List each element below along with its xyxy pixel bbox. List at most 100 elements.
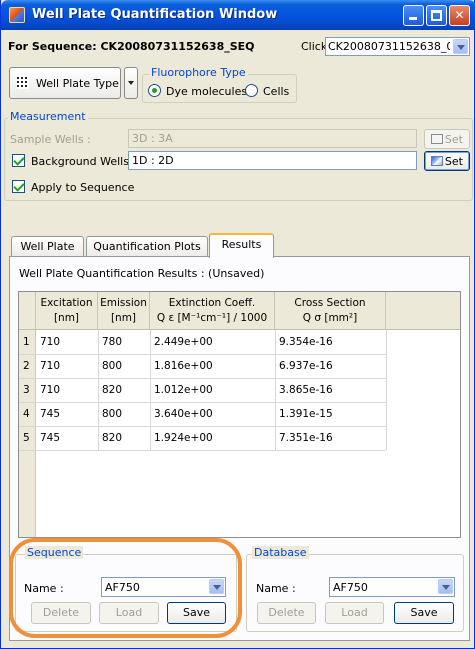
app-icon [9,7,25,23]
well-plate-type-button[interactable]: Well Plate Type [9,67,121,99]
dye-molecules-label[interactable]: Dye molecules [166,85,247,98]
column-header-line: [nm] [110,312,137,324]
grid-icon [17,77,29,89]
column-header-line: [nm] [53,312,80,324]
fluorophore-type-title: Fluorophore Type [149,66,248,79]
background-set-button[interactable]: Set [424,151,470,171]
cells-label[interactable]: Cells [263,85,289,98]
apply-to-sequence-checkbox[interactable] [12,180,25,193]
column-divider [150,330,151,450]
column-header-line: Q ε [M⁻¹cm⁻¹] / 1000 [156,312,268,324]
table-header: Excitation [nm] Emission [nm] Extinction… [19,292,460,330]
column-header-line: Excitation [40,297,93,309]
sequence-delete-button: Delete [31,602,91,624]
database-name-dropdown[interactable]: AF750 [329,577,455,597]
background-wells-field[interactable]: 1D : 2D [128,151,417,170]
cells-radio[interactable] [245,84,258,97]
chevron-down-icon[interactable] [453,39,468,54]
click-sequence-value: CK20080731152638_012 [328,40,450,53]
sample-set-label: Set [444,133,463,146]
minimize-icon [409,17,417,20]
sequence-name-dropdown[interactable]: AF750 [101,577,226,597]
tab-results[interactable]: Results [209,233,274,258]
cell-excitation[interactable]: 710 [40,384,60,396]
cell-cross-section[interactable]: 7.351e-16 [279,432,333,444]
cell-excitation[interactable]: 710 [40,336,60,348]
cell-emission[interactable]: 780 [102,336,122,348]
chevron-down-icon[interactable] [438,579,453,594]
sequence-load-button: Load [99,602,159,624]
cell-extinction[interactable]: 2.449e+00 [154,336,213,348]
sample-wells-label: Sample Wells : [10,133,91,146]
sequence-label: For Sequence: CK20080731152638_SEQ [8,40,255,53]
cell-cross-section[interactable]: 6.937e-16 [279,360,333,372]
cell-cross-section[interactable]: 3.865e-16 [279,384,333,396]
column-divider [386,330,387,450]
cell-extinction[interactable]: 1.012e+00 [154,384,213,396]
tab-well-plate[interactable]: Well Plate [11,236,84,257]
database-delete-button: Delete [257,602,316,624]
column-header-excitation[interactable]: Excitation [nm] [36,292,98,330]
sequence-save-button[interactable]: Save [167,602,226,624]
dye-molecules-radio[interactable] [148,84,161,97]
background-wells-label[interactable]: Background Wells [31,155,129,168]
column-header-line: Emission [100,297,147,309]
row-divider [19,354,386,355]
cell-excitation[interactable]: 745 [40,432,60,444]
cell-emission[interactable]: 820 [102,432,122,444]
column-divider [98,330,99,450]
cell-extinction[interactable]: 1.816e+00 [154,360,213,372]
cell-extinction[interactable]: 3.640e+00 [154,408,213,420]
column-header-emission[interactable]: Emission [nm] [98,292,150,330]
row-divider [19,402,386,403]
cell-emission[interactable]: 800 [102,360,122,372]
column-header-extinction[interactable]: Extinction Coeff. Q ε [M⁻¹cm⁻¹] / 1000 [150,292,275,330]
minimize-button[interactable] [403,5,424,26]
database-name-value: AF750 [333,581,368,594]
well-plate-type-dropdown-button[interactable] [124,67,138,99]
maximize-icon [431,10,442,21]
measurement-title: Measurement [8,110,88,123]
well-plate-type-label: Well Plate Type [36,77,119,90]
column-header-line: Extinction Coeff. [168,297,256,309]
cell-emission[interactable]: 800 [102,408,122,420]
tab-quantification-plots[interactable]: Quantification Plots [86,236,208,257]
close-button[interactable]: ✕ [449,5,470,26]
results-title: Well Plate Quantification Results : (Uns… [19,267,265,280]
background-wells-checkbox[interactable] [12,154,25,167]
database-save-button[interactable]: Save [394,602,454,624]
row-number: 4 [23,408,30,420]
cell-emission[interactable]: 820 [102,384,122,396]
quantification-window: Well Plate Quantification Window ✕ For S… [0,0,475,649]
row-number: 1 [23,336,30,348]
sequence-group-title: Sequence [25,546,84,559]
row-divider [19,426,386,427]
column-header-line: Q σ [mm²] [302,312,358,324]
results-table[interactable]: Excitation [nm] Emission [nm] Extinction… [18,291,461,538]
row-number: 3 [23,384,30,396]
click-label: Click [301,40,328,53]
database-name-label: Name : [256,582,296,595]
cell-excitation[interactable]: 745 [40,408,60,420]
cell-cross-section[interactable]: 9.354e-16 [279,336,333,348]
maximize-button[interactable] [426,5,447,26]
apply-to-sequence-label[interactable]: Apply to Sequence [31,181,134,194]
cell-cross-section[interactable]: 1.391e-15 [279,408,333,420]
sample-set-button: Set [424,129,470,149]
column-header-cross-section[interactable]: Cross Section Q σ [mm²] [275,292,386,330]
sequence-name-label: Name : [24,582,64,595]
cell-excitation[interactable]: 710 [40,360,60,372]
well-selection-icon [431,156,443,166]
sample-wells-field: 3D : 3A [128,129,417,148]
database-load-button: Load [325,602,384,624]
row-number-header [19,292,36,330]
click-sequence-dropdown[interactable]: CK20080731152638_012 [325,37,470,56]
column-header-line: Cross Section [294,297,366,309]
chevron-down-icon[interactable] [209,579,224,594]
database-group-title: Database [252,546,309,559]
well-selection-icon [431,134,443,144]
row-divider [19,378,386,379]
sequence-name-value: AF750 [105,581,140,594]
title-bar[interactable]: Well Plate Quantification Window ✕ [1,0,475,30]
cell-extinction[interactable]: 1.924e+00 [154,432,213,444]
